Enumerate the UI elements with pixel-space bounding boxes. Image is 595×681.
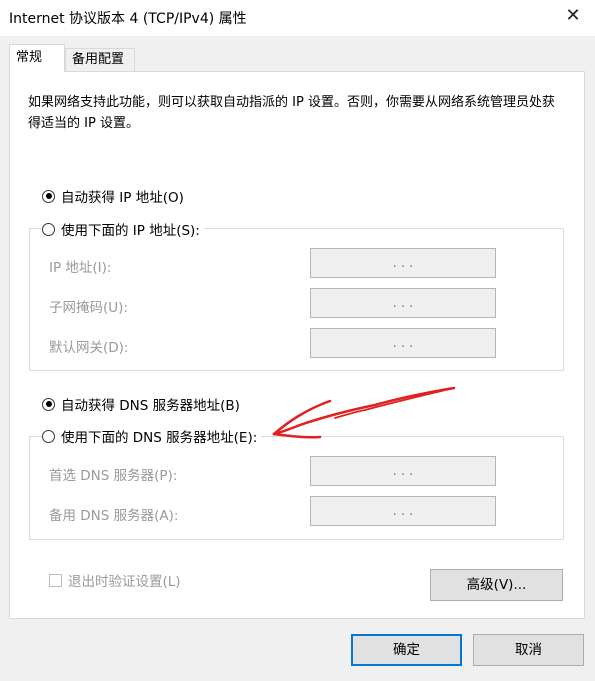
default-gateway-field[interactable]: . . .	[310, 328, 496, 358]
manual-ip-radio[interactable]	[42, 222, 55, 236]
auto-ip-radio-row[interactable]: 自动获得 IP 地址(O)	[42, 186, 188, 206]
manual-dns-radio-row[interactable]: 使用下面的 DNS 服务器地址(E):	[42, 426, 262, 446]
subnet-mask-label: 子网掩码(U):	[49, 300, 128, 316]
manual-dns-label: 使用下面的 DNS 服务器地址(E):	[61, 430, 258, 446]
auto-dns-radio[interactable]	[42, 397, 55, 411]
manual-dns-radio[interactable]	[42, 429, 55, 443]
auto-ip-label: 自动获得 IP 地址(O)	[61, 190, 184, 206]
advanced-button[interactable]: 高级(V)...	[430, 569, 563, 601]
cancel-button[interactable]: 取消	[473, 634, 584, 666]
ip-address-field[interactable]: . . .	[310, 248, 496, 278]
manual-ip-label: 使用下面的 IP 地址(S):	[61, 223, 200, 239]
close-icon[interactable]: ✕	[561, 4, 585, 28]
window-title: Internet 协议版本 4 (TCP/IPv4) 属性	[9, 11, 247, 27]
alternate-dns-label: 备用 DNS 服务器(A):	[49, 508, 179, 524]
preferred-dns-field[interactable]: . . .	[310, 456, 496, 486]
preferred-dns-label: 首选 DNS 服务器(P):	[49, 468, 178, 484]
title-bar: Internet 协议版本 4 (TCP/IPv4) 属性 ✕	[0, 0, 595, 36]
auto-dns-radio-row[interactable]: 自动获得 DNS 服务器地址(B)	[42, 394, 244, 414]
validate-settings-label: 退出时验证设置(L)	[68, 574, 181, 590]
default-gateway-label: 默认网关(D):	[49, 340, 129, 356]
alternate-dns-field[interactable]: . . .	[310, 496, 496, 526]
validate-settings-checkbox[interactable]	[49, 573, 62, 587]
ok-button[interactable]: 确定	[351, 634, 462, 666]
tab-general[interactable]: 常规	[9, 44, 65, 72]
auto-dns-label: 自动获得 DNS 服务器地址(B)	[61, 398, 240, 414]
manual-ip-radio-row[interactable]: 使用下面的 IP 地址(S):	[42, 219, 204, 239]
subnet-mask-field[interactable]: . . .	[310, 288, 496, 318]
ip-address-label: IP 地址(I):	[49, 260, 112, 276]
tab-alternate-config[interactable]: 备用配置	[65, 48, 135, 72]
validate-settings-row[interactable]: 退出时验证设置(L)	[49, 570, 181, 590]
description-text: 如果网络支持此功能，则可以获取自动指派的 IP 设置。否则，你需要从网络系统管理…	[28, 95, 555, 131]
auto-ip-radio[interactable]	[42, 189, 55, 203]
